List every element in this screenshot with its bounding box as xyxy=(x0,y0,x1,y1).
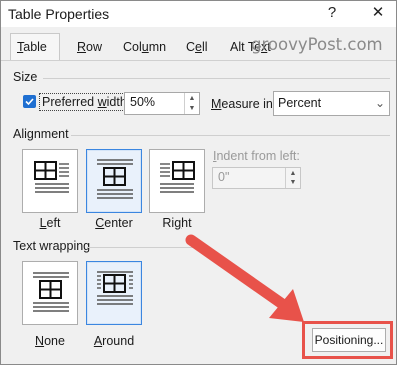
table-properties-dialog: Table Properties ? ✕ Table Row Column Ce… xyxy=(0,0,397,365)
positioning-button[interactable]: Positioning... xyxy=(312,328,386,352)
red-arrow-annotation xyxy=(185,234,304,322)
